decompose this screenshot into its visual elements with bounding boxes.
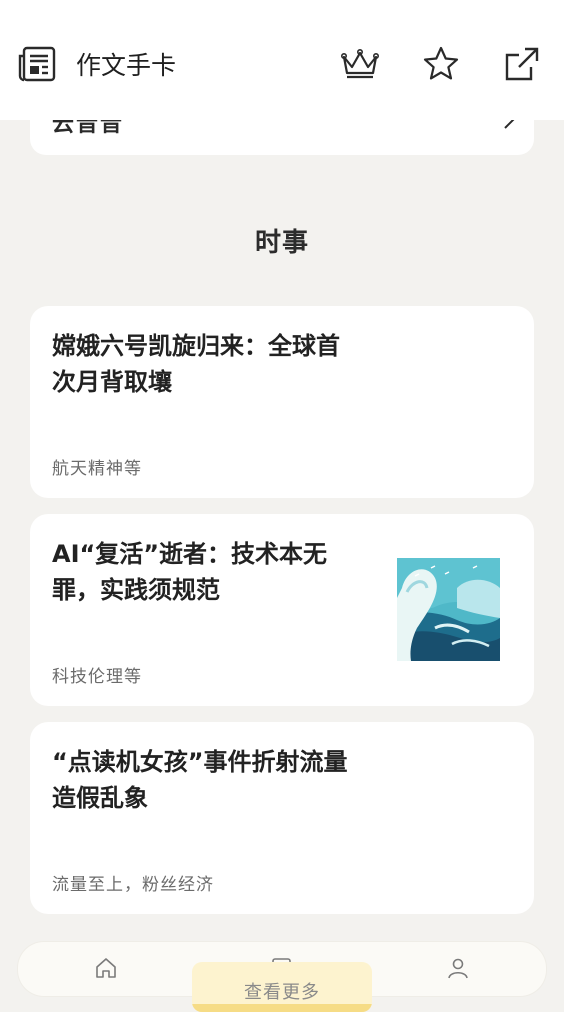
ocean-wave-illustration [397, 558, 500, 661]
card-title: “点读机女孩”事件折射流量造假乱象 [52, 748, 348, 812]
newspaper-icon [18, 46, 56, 82]
see-more-label: 查看更多 [244, 982, 320, 1003]
star-icon [423, 46, 459, 80]
card-title: 嫦娥六号凯旋归来：全球首次月背取壤 [52, 332, 340, 396]
app-title: 作文手卡 [76, 51, 177, 80]
news-card[interactable]: AI“复活”逝者：技术本无罪，实践须规范 科技伦理等 [30, 514, 534, 706]
app-bar: 作文手卡 [0, 0, 564, 120]
section-title: 时事 [254, 228, 309, 258]
news-card[interactable]: “点读机女孩”事件折射流量造假乱象 流量至上，粉丝经济 [30, 722, 534, 914]
card-thumbnail [397, 558, 500, 661]
share-button[interactable] [502, 44, 542, 84]
card-tag: 航天精神等 [52, 459, 142, 479]
vip-button[interactable] [340, 44, 380, 84]
card-title: AI“复活”逝者：技术本无罪，实践须规范 [52, 540, 328, 604]
share-icon [505, 47, 539, 81]
see-more-accent [192, 1004, 372, 1012]
card-tag: 科技伦理等 [52, 667, 142, 687]
home-icon [96, 958, 116, 978]
news-card[interactable]: 嫦娥六号凯旋归来：全球首次月背取壤 航天精神等 [30, 306, 534, 498]
profile-icon [448, 958, 468, 979]
nav-profile[interactable] [446, 956, 470, 980]
card-tag: 流量至上，粉丝经济 [52, 875, 214, 895]
crown-icon [340, 48, 379, 79]
see-more-button[interactable]: 查看更多 [192, 962, 372, 1012]
nav-home[interactable] [94, 956, 118, 980]
favorite-button[interactable] [421, 44, 461, 84]
